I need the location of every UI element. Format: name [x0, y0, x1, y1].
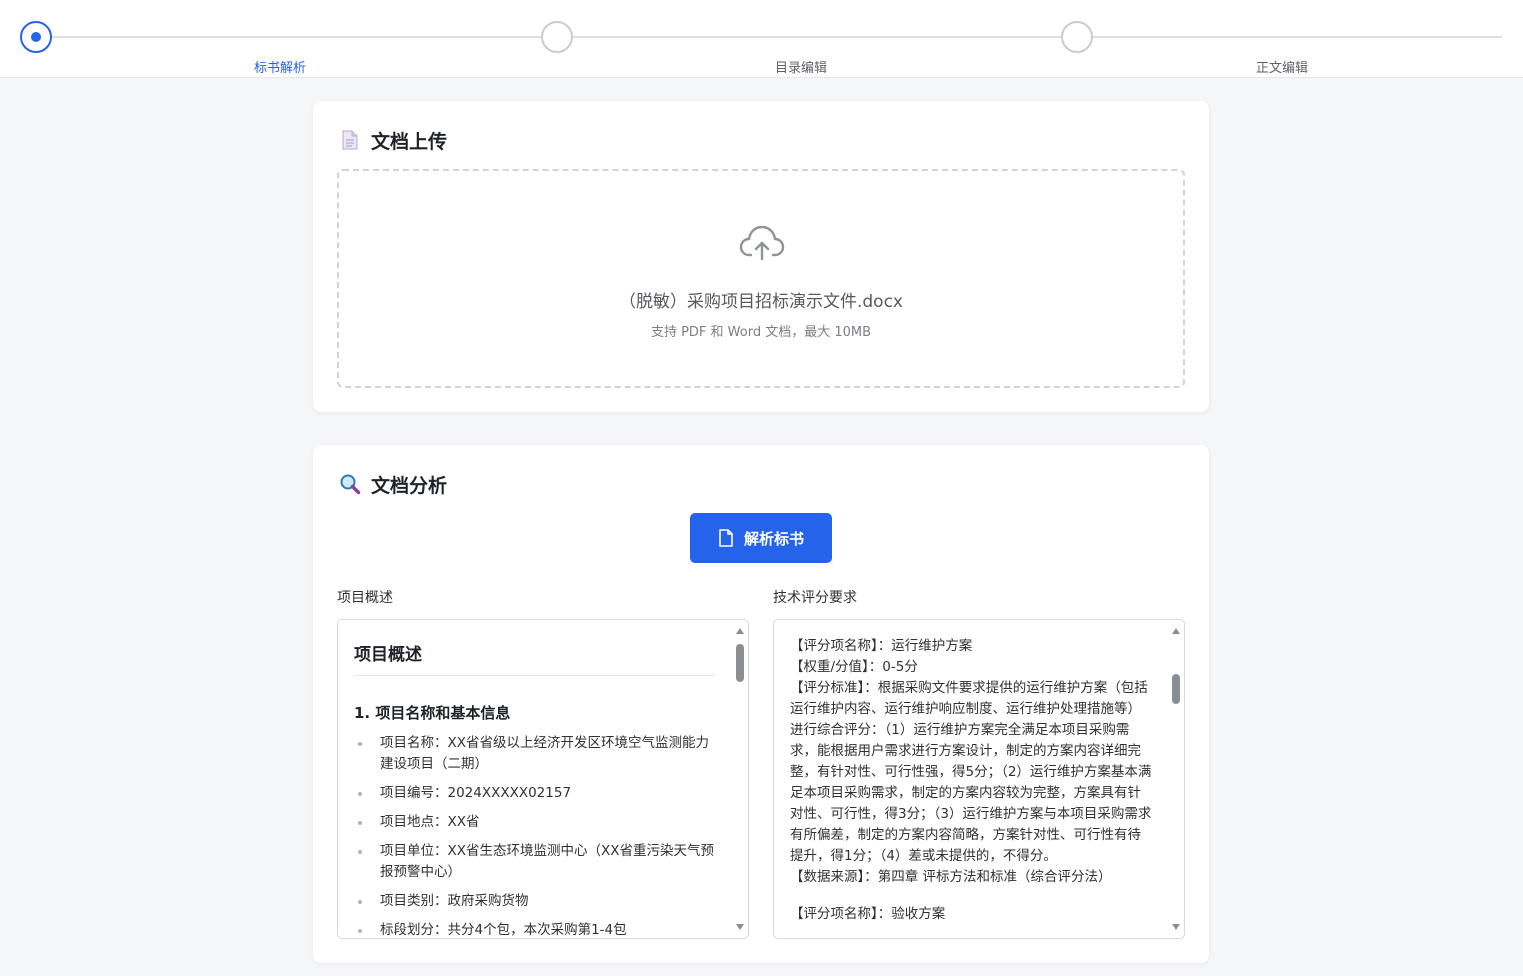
analysis-card: 文档分析 解析标书 项目概述 技术评分要求 项目概述 1. 项目名称和基本信息 … — [313, 445, 1209, 963]
magnifier-icon — [339, 473, 361, 495]
overview-scrollbar[interactable] — [732, 620, 748, 938]
scroll-down-arrow[interactable] — [736, 924, 744, 930]
list-item: 标段划分：共分4个包，本次采购第1-4包 — [354, 920, 716, 938]
uploaded-file-name: （脱敏）采购项目招标演示文件.docx — [618, 292, 903, 312]
progress-stepper: 标书解析 目录编辑 正文编辑 — [0, 0, 1523, 78]
criterion-standard: 【评分标准】：根据采购文件要求提供的运行维护方案（包括运行维护内容、运行维护响应… — [790, 680, 1152, 864]
scroll-thumb[interactable] — [736, 644, 744, 682]
scroll-up-arrow[interactable] — [1172, 628, 1180, 634]
overview-heading: 项目概述 — [354, 640, 716, 676]
criterion-weight: 【权重/分值】：0-5分 — [790, 659, 918, 675]
scroll-thumb[interactable] — [1172, 674, 1180, 704]
list-item: 项目单位：XX省生态环境监测中心（XX省重污染天气预报预警中心） — [354, 841, 716, 883]
upload-hint: 支持 PDF 和 Word 文档，最大 10MB — [650, 325, 872, 340]
criterion-source: 【数据来源】：第四章 评标方法和标准（综合评分法） — [790, 869, 1112, 885]
overview-label: 项目概述 — [337, 590, 393, 606]
criterion-name: 【评分项名称】：验收方案 — [790, 906, 946, 922]
tech-requirements-panel[interactable]: 【评分项名称】：运行维护方案 【权重/分值】：0-5分 【评分标准】：根据采购文… — [773, 619, 1185, 939]
step-3-label[interactable]: 正文编辑 — [1222, 57, 1342, 76]
step-connector — [52, 36, 541, 38]
upload-card-title: 文档上传 — [339, 127, 447, 153]
overview-list: 项目名称：XX省省级以上经济开发区环境空气监测能力建设项目（二期） 项目编号：2… — [354, 733, 716, 938]
list-item: 项目名称：XX省省级以上经济开发区环境空气监测能力建设项目（二期） — [354, 733, 716, 775]
step-1-label[interactable]: 标书解析 — [220, 57, 340, 76]
tech-requirements-label: 技术评分要求 — [773, 590, 857, 606]
cloud-upload-icon — [739, 225, 785, 261]
parse-tender-button[interactable]: 解析标书 — [690, 513, 832, 563]
overview-section-title: 1. 项目名称和基本信息 — [354, 704, 511, 722]
upload-card: 文档上传 （脱敏）采购项目招标演示文件.docx 支持 PDF 和 Word 文… — [313, 101, 1209, 412]
list-item: 项目地点：XX省 — [354, 812, 716, 833]
analysis-card-title: 文档分析 — [339, 471, 447, 497]
list-item: 项目编号：2024XXXXX02157 — [354, 783, 716, 804]
tech-scrollbar[interactable] — [1168, 620, 1184, 938]
upload-title-text: 文档上传 — [371, 130, 448, 153]
overview-panel[interactable]: 项目概述 1. 项目名称和基本信息 项目名称：XX省省级以上经济开发区环境空气监… — [337, 619, 749, 939]
step-connector — [573, 36, 1061, 38]
file-dropzone[interactable]: （脱敏）采购项目招标演示文件.docx 支持 PDF 和 Word 文档，最大 … — [337, 169, 1185, 388]
scroll-up-arrow[interactable] — [736, 628, 744, 634]
step-2-label[interactable]: 目录编辑 — [741, 57, 861, 76]
analysis-title-text: 文档分析 — [371, 474, 448, 497]
step-connector — [1093, 36, 1502, 38]
parse-button-label: 解析标书 — [743, 529, 804, 548]
scroll-down-arrow[interactable] — [1172, 924, 1180, 930]
step-3-indicator[interactable] — [1061, 21, 1093, 53]
document-icon — [339, 129, 361, 151]
step-1-indicator[interactable] — [20, 21, 52, 53]
step-2-indicator[interactable] — [541, 21, 573, 53]
list-item: 项目类别：政府采购货物 — [354, 891, 716, 912]
file-icon — [719, 529, 733, 547]
criterion-name: 【评分项名称】：运行维护方案 — [790, 638, 973, 654]
